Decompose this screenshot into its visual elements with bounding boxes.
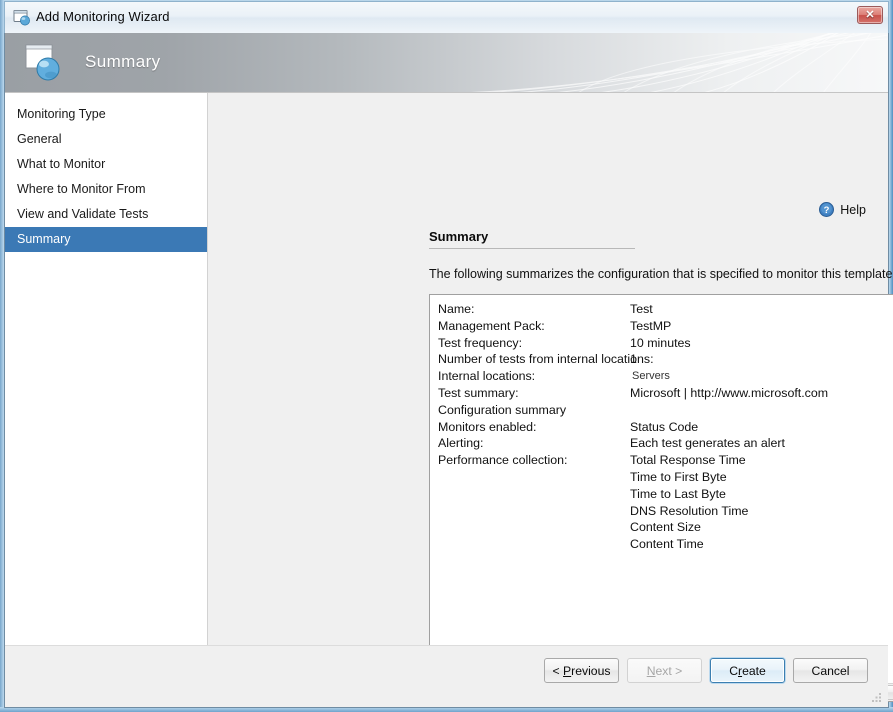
summary-label: Performance collection: <box>438 453 568 468</box>
summary-row: Management Pack: TestMP <box>430 319 893 336</box>
close-icon: ✕ <box>865 8 875 21</box>
section-title: Summary <box>429 229 489 244</box>
sidebar-item-summary[interactable]: Summary <box>5 227 207 252</box>
close-button[interactable]: ✕ <box>857 6 883 24</box>
intro-text: The following summarizes the configurati… <box>429 267 893 281</box>
summary-value: Time to First Byte <box>630 469 727 484</box>
section-divider <box>429 248 635 249</box>
footer-button-group: < Previous Next > Create Cancel <box>544 658 868 683</box>
summary-label: Management Pack: <box>438 318 545 333</box>
svg-text:?: ? <box>824 205 830 216</box>
wizard-content: ? Help Summary The following summarizes … <box>208 93 893 702</box>
summary-panel: Name: Test Management Pack: TestMP Test … <box>429 294 893 702</box>
wizard-body: Monitoring Type General What to Monitor … <box>5 93 893 702</box>
sidebar-item-monitoring-type[interactable]: Monitoring Type <box>5 102 207 127</box>
window-content: Summary Monitoring Type General What to … <box>4 1 893 708</box>
sidebar-item-what-to-monitor[interactable]: What to Monitor <box>5 152 207 177</box>
wizard-window-icon <box>13 10 30 26</box>
summary-value: TestMP <box>630 318 672 333</box>
summary-label: Number of tests from internal locations: <box>438 352 654 367</box>
summary-row: Configuration summary <box>430 403 893 420</box>
previous-button[interactable]: < Previous <box>544 658 619 683</box>
wizard-header: Summary <box>5 33 888 93</box>
summary-value: Microsoft | http://www.microsoft.com <box>630 385 829 400</box>
summary-row: Content Size <box>430 520 893 537</box>
summary-row: Time to Last Byte <box>430 487 893 504</box>
create-button-label: Create <box>729 663 766 678</box>
summary-row: Name: Test <box>430 302 893 319</box>
sidebar-item-view-and-validate-tests[interactable]: View and Validate Tests <box>5 202 207 227</box>
summary-value: Total Response Time <box>630 453 746 468</box>
summary-label: Monitors enabled: <box>438 419 537 434</box>
summary-row: Internal locations: Servers <box>430 369 893 386</box>
sidebar-item-general[interactable]: General <box>5 127 207 152</box>
summary-value: Content Size <box>630 520 701 535</box>
next-button-label: Next > <box>646 663 683 678</box>
next-button: Next > <box>627 658 702 683</box>
summary-value: Servers <box>632 370 670 383</box>
summary-value: Content Time <box>630 537 704 552</box>
summary-row: Test summary: Microsoft | http://www.mic… <box>430 386 893 403</box>
help-label: Help <box>840 202 866 217</box>
window-title: Add Monitoring Wizard <box>36 9 170 24</box>
resize-grip-icon[interactable] <box>870 691 882 703</box>
help-link[interactable]: ? Help <box>819 202 866 217</box>
create-button[interactable]: Create <box>710 658 785 683</box>
summary-label: Alerting: <box>438 436 484 451</box>
summary-row: Monitors enabled: Status Code <box>430 420 893 437</box>
summary-row: Test frequency: 10 minutes <box>430 336 893 353</box>
summary-row: Performance collection: Total Response T… <box>430 453 893 470</box>
summary-list: Name: Test Management Pack: TestMP Test … <box>430 295 893 682</box>
summary-label: Name: <box>438 302 475 316</box>
cancel-button-label: Cancel <box>811 663 850 678</box>
sidebar-item-where-to-monitor-from[interactable]: Where to Monitor From <box>5 177 207 202</box>
summary-value: Each test generates an alert <box>630 436 785 451</box>
summary-row: Number of tests from internal locations:… <box>430 352 893 369</box>
summary-row: Alerting: Each test generates an alert <box>430 436 893 453</box>
summary-value: 1 <box>630 352 637 367</box>
summary-value: Time to Last Byte <box>630 486 726 501</box>
wizard-footer: < Previous Next > Create Cancel <box>5 645 888 707</box>
summary-value: Test <box>630 302 653 316</box>
summary-row: DNS Resolution Time <box>430 504 893 521</box>
help-question-icon: ? <box>819 202 835 217</box>
summary-label: Internal locations: <box>438 369 536 384</box>
summary-label: Configuration summary <box>438 402 567 417</box>
header-title: Summary <box>85 52 161 71</box>
wizard-window: Add Monitoring Wizard ✕ Summary Monitori… <box>0 0 893 712</box>
summary-value: 10 minutes <box>630 335 691 350</box>
header-mesh-decoration <box>470 33 888 92</box>
wizard-sidebar: Monitoring Type General What to Monitor … <box>5 93 208 645</box>
previous-button-label: < Previous <box>552 663 611 678</box>
title-bar[interactable]: Add Monitoring Wizard ✕ <box>4 1 889 33</box>
summary-row: Time to First Byte <box>430 470 893 487</box>
summary-label: Test frequency: <box>438 335 523 350</box>
summary-value: DNS Resolution Time <box>630 503 749 518</box>
cancel-button[interactable]: Cancel <box>793 658 868 683</box>
summary-value: Status Code <box>630 419 699 434</box>
summary-row: Content Time <box>430 537 893 554</box>
page-globe-icon <box>25 44 60 81</box>
summary-label: Test summary: <box>438 385 519 400</box>
